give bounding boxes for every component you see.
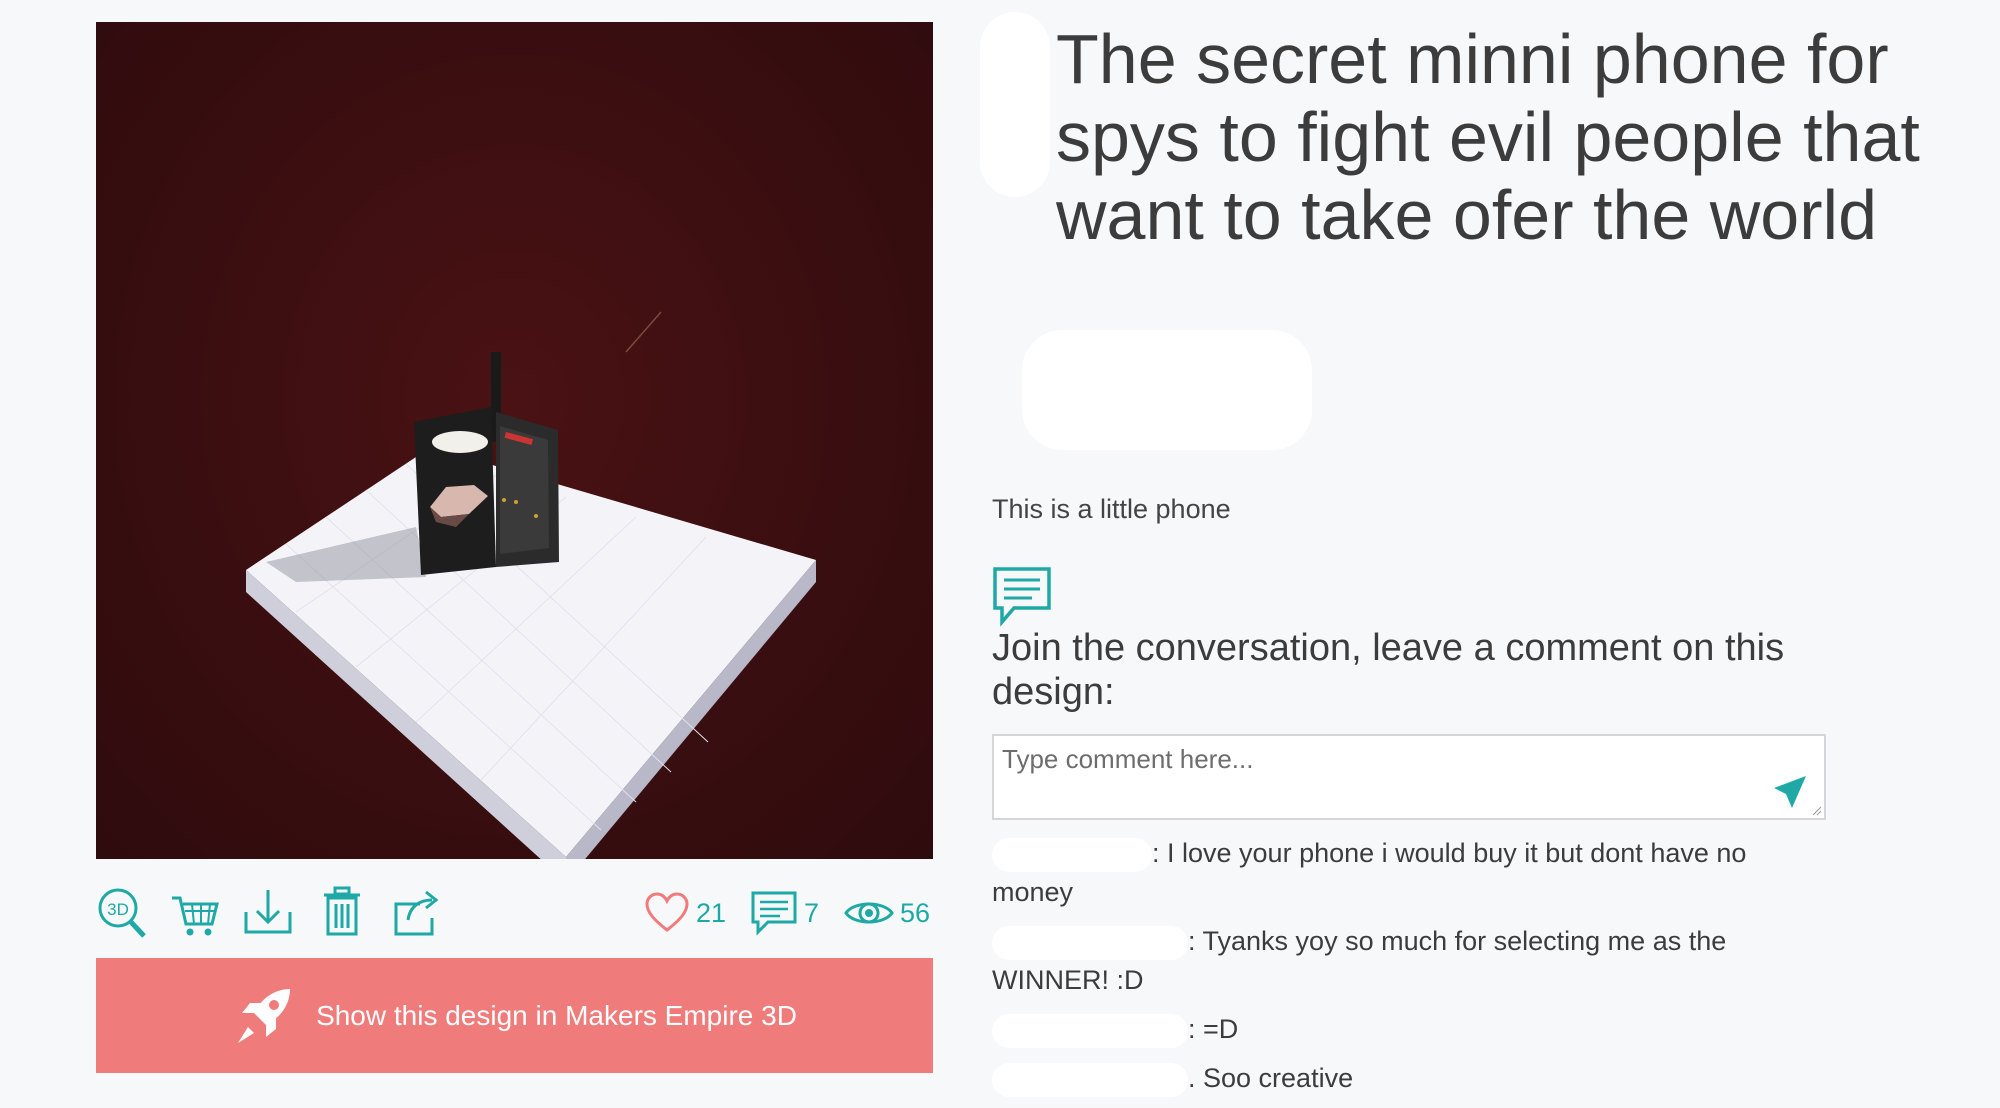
design-description: This is a little phone — [992, 494, 1231, 524]
resize-handle[interactable] — [1812, 806, 1822, 816]
design-title: The secret minni phone for spys to fight… — [1056, 20, 1920, 254]
redaction-mask — [980, 12, 1050, 197]
eye-icon — [844, 902, 894, 924]
commenter-name-mask — [992, 837, 1152, 872]
3d-view-icon[interactable]: 3D — [96, 882, 148, 940]
send-icon[interactable] — [1772, 774, 1808, 810]
likes-stat[interactable]: 21 — [644, 888, 726, 938]
comment-input[interactable] — [1000, 742, 1764, 816]
design-toolbar: 3D 21 7 56 — [96, 882, 933, 942]
heart-icon — [645, 892, 689, 932]
cta-label: Show this design in Makers Empire 3D — [316, 999, 797, 1031]
trash-icon[interactable] — [316, 882, 368, 940]
comment-item: . Soo creative — [992, 1059, 1822, 1098]
comment-item: : =D — [992, 1010, 1822, 1049]
rocket-icon — [238, 988, 291, 1043]
commenter-name-mask — [992, 1062, 1188, 1097]
comment-text: . Soo creative — [1188, 1063, 1354, 1093]
comment-item: : Tyanks yoy so much for selecting me as… — [992, 922, 1822, 1000]
download-icon[interactable] — [242, 882, 294, 940]
conversation-icon — [993, 567, 1051, 627]
commenter-name-mask — [992, 1013, 1188, 1048]
3d-viewer[interactable] — [96, 22, 933, 859]
views-count: 56 — [900, 897, 931, 928]
commenter-name-mask — [992, 925, 1188, 960]
redaction-mask — [1022, 330, 1312, 450]
comment-text: : =D — [1188, 1014, 1239, 1044]
cart-icon[interactable] — [168, 882, 220, 940]
open-in-makers-empire-button[interactable]: Show this design in Makers Empire 3D — [96, 958, 933, 1073]
phone-model-render — [246, 311, 816, 859]
comment-item: : I love your phone i would buy it but d… — [992, 834, 1822, 912]
svg-text:3D: 3D — [107, 900, 129, 919]
comment-prompt: Join the conversation, leave a comment o… — [992, 627, 1785, 713]
comment-bubble-icon — [751, 891, 797, 936]
comment-box — [992, 734, 1826, 820]
views-stat: 56 — [844, 888, 930, 938]
comments-count: 7 — [804, 897, 820, 928]
likes-count: 21 — [696, 897, 727, 928]
share-icon[interactable] — [390, 882, 442, 940]
comments-stat[interactable]: 7 — [750, 888, 819, 938]
comment-list: : I love your phone i would buy it but d… — [992, 834, 1822, 1108]
